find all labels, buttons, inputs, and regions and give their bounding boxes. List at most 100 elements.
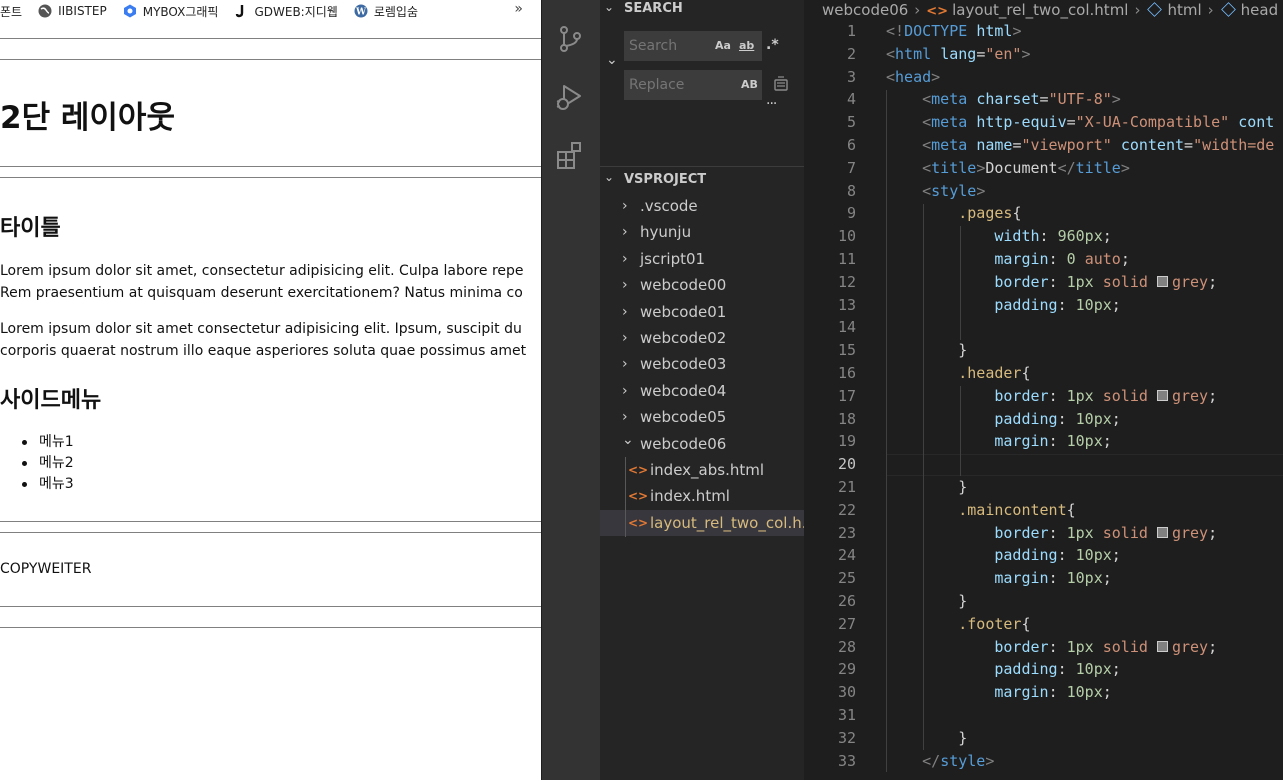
html-file-icon: <>: [628, 516, 649, 530]
sidebar: ⌄ SEARCH ⌄ Aa ab .* AB ··· ⌄ VSPROJECT ›…: [600, 0, 804, 780]
bookmark-label: 로렘입숨: [373, 4, 419, 19]
list-item: 메뉴1: [20, 432, 74, 453]
match-whole-word-button[interactable]: ab: [739, 39, 754, 52]
preserve-case-button[interactable]: AB: [741, 78, 758, 91]
chevron-right-icon: ›: [622, 330, 628, 346]
tree-file-label: index.html: [650, 487, 730, 505]
extensions-icon[interactable]: [555, 140, 585, 170]
line-number: 20: [837, 455, 856, 473]
paragraph-line: Lorem ipsum dolor sit amet, consectetur …: [0, 263, 524, 279]
code-line: border: 1px solid grey;: [994, 273, 1218, 291]
chevron-right-icon: ›: [914, 1, 921, 19]
chevron-right-icon: ›: [1207, 1, 1214, 19]
divider: [0, 627, 541, 628]
side-menu-title: 사이드메뉴: [0, 388, 102, 413]
code-line: padding: 10px;: [994, 410, 1121, 428]
bookmark-label: IIBISTEP: [58, 4, 107, 18]
divider: [0, 59, 541, 60]
tree-folder-label: jscript01: [640, 249, 706, 268]
chevron-down-icon: ⌄: [622, 431, 634, 448]
tree-folder[interactable]: › webcode03: [600, 351, 804, 377]
gdweb-icon: [236, 5, 244, 18]
chevron-right-icon: ›: [622, 277, 628, 294]
tree-folder[interactable]: › hyunju: [600, 219, 804, 245]
use-regex-button[interactable]: .*: [766, 37, 779, 53]
tree-folder-label: webcode04: [640, 381, 727, 400]
side-menu-list: 메뉴1 메뉴2 메뉴3: [20, 432, 74, 495]
match-case-button[interactable]: Aa: [715, 39, 731, 52]
breadcrumb-file[interactable]: layout_rel_two_col.html: [952, 1, 1128, 19]
tree-file[interactable]: <> layout_rel_two_col.h...: [600, 510, 804, 536]
tree-folder-label: webcode06: [640, 434, 727, 453]
line-number: 28: [837, 638, 856, 656]
code-line: border: 1px solid grey;: [994, 387, 1218, 405]
color-swatch[interactable]: [1156, 527, 1168, 538]
html-file-icon: <>: [628, 463, 649, 477]
code-line: }: [886, 341, 968, 359]
divider: [0, 532, 541, 533]
tree-file[interactable]: <> index_abs.html: [600, 457, 804, 483]
tree-folder[interactable]: › webcode01: [600, 299, 804, 325]
more-options-icon[interactable]: ···: [766, 96, 777, 112]
tree-folder[interactable]: ⌄ webcode06: [600, 431, 804, 457]
code-line: <style>: [922, 182, 986, 200]
bookmark-item[interactable]: MYBOX그래픽: [123, 3, 219, 20]
line-number: 31: [837, 706, 856, 724]
tree-file-label: layout_rel_two_col.h...: [650, 514, 804, 532]
content-title: 타이틀: [0, 216, 61, 241]
bookmark-item[interactable]: W 로렘입숨: [354, 3, 418, 20]
line-number: 29: [837, 660, 856, 678]
line-number: 1: [846, 22, 856, 40]
color-swatch[interactable]: [1156, 276, 1168, 287]
code-line: .pages{: [958, 204, 1022, 222]
code-line: <meta http-equiv="X-UA-Compatible" cont: [922, 113, 1275, 131]
bookmark-label: MYBOX그래픽: [142, 4, 219, 19]
tree-folder[interactable]: › webcode02: [600, 325, 804, 351]
breadcrumb-node[interactable]: html: [1167, 1, 1201, 19]
run-debug-icon[interactable]: [555, 82, 585, 112]
paragraph-line: Rem praesentium at quisquam deserunt exe…: [0, 285, 523, 301]
tree-folder[interactable]: › jscript01: [600, 246, 804, 272]
bookmarks-bar: 폰트 IIBISTEP MYBOX그래픽 GDWEB:지디웹 W 로렘입숨 »: [0, 0, 541, 22]
breadcrumb-node[interactable]: head: [1241, 1, 1278, 19]
chevron-right-icon: ›: [622, 382, 628, 399]
color-swatch[interactable]: [1156, 390, 1168, 401]
tree-folder[interactable]: › .vscode: [600, 193, 804, 219]
bookmark-item[interactable]: 폰트: [0, 3, 22, 20]
bookmark-item[interactable]: GDWEB:지디웹: [234, 3, 338, 20]
bookmark-item[interactable]: IIBISTEP: [38, 4, 107, 18]
breadcrumb-folder[interactable]: webcode06: [822, 1, 908, 19]
tree-folder[interactable]: › webcode00: [600, 272, 804, 298]
replace-all-icon[interactable]: [772, 74, 790, 92]
code-editor[interactable]: webcode06 › <> layout_rel_two_col.html › html…: [804, 0, 1283, 780]
bookmarks-more-button[interactable]: »: [514, 1, 523, 17]
footer-text: COPYWEITER: [0, 561, 92, 577]
tree-file[interactable]: <> index.html: [600, 483, 804, 509]
color-swatch[interactable]: [1156, 641, 1168, 652]
chevron-right-icon: ›: [1134, 1, 1141, 19]
tree-folder[interactable]: › webcode05: [600, 404, 804, 430]
divider: [0, 521, 541, 522]
line-number: 7: [846, 159, 856, 177]
page-heading: 2단 레이아웃: [0, 100, 175, 136]
line-number: 23: [837, 524, 856, 542]
tree-folder[interactable]: › webcode04: [600, 378, 804, 404]
symbol-icon: [1220, 2, 1236, 17]
paragraph-line: corporis quaerat nostrum illo eaque aspe…: [0, 343, 527, 359]
source-control-icon[interactable]: [555, 24, 585, 54]
code-line: margin: 0 auto;: [994, 250, 1130, 268]
toggle-replace-icon[interactable]: ⌄: [606, 52, 618, 68]
chevron-down-icon[interactable]: ⌄: [604, 170, 614, 184]
svg-text:W: W: [355, 8, 367, 18]
code-line: </style>: [922, 752, 995, 770]
tree-folder-label: .vscode: [640, 197, 698, 215]
line-number: 3: [846, 68, 856, 86]
line-number: 25: [837, 569, 856, 587]
code-line: .maincontent{: [958, 501, 1076, 519]
divider: [0, 606, 541, 607]
line-number: 12: [837, 273, 856, 291]
chevron-down-icon[interactable]: ⌄: [604, 0, 614, 14]
line-number: 33: [837, 752, 856, 770]
code-line: padding: 10px;: [994, 296, 1121, 314]
code-line: <meta name="viewport" content="width=de: [922, 136, 1275, 154]
